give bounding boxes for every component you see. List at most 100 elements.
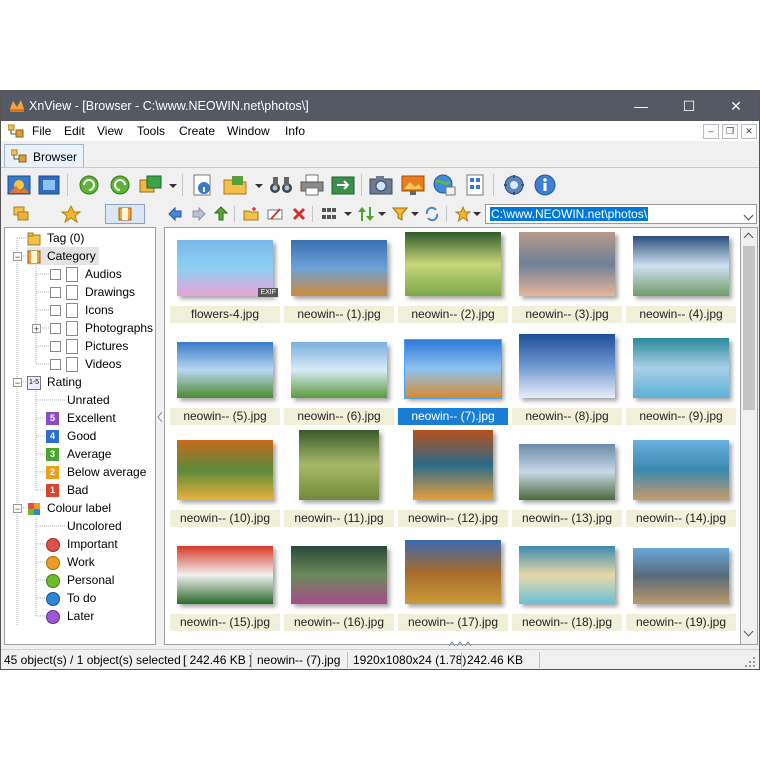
- menu-edit[interactable]: Edit: [64, 124, 85, 138]
- thumbnail-item[interactable]: neowin-- (4).jpg: [624, 230, 738, 334]
- thumbnail-item[interactable]: neowin-- (10).jpg: [168, 434, 282, 538]
- thumbnail-item[interactable]: neowin-- (3).jpg: [510, 230, 624, 334]
- tree-item-drawings[interactable]: Drawings: [50, 283, 135, 301]
- thumbnail-image[interactable]: [404, 339, 502, 399]
- checkbox[interactable]: [50, 323, 61, 335]
- thumbnail-item[interactable]: neowin-- (2).jpg: [396, 230, 510, 334]
- tree-item-uncolored[interactable]: Uncolored: [67, 517, 122, 535]
- thumbnail-item[interactable]: neowin-- (11).jpg: [282, 430, 396, 538]
- new-folder-icon[interactable]: [243, 206, 259, 222]
- refresh-right-icon[interactable]: [108, 174, 132, 196]
- tree-item-personal[interactable]: Personal: [46, 571, 114, 589]
- view-image-icon[interactable]: [7, 174, 31, 196]
- fullscreen-icon[interactable]: [37, 174, 61, 196]
- info-icon[interactable]: [533, 174, 557, 196]
- categories-panel-tab[interactable]: [105, 204, 145, 224]
- print-icon[interactable]: [300, 174, 324, 196]
- menu-tools[interactable]: Tools: [137, 124, 165, 138]
- tree-item-bad[interactable]: 1 Bad: [46, 481, 88, 499]
- minimize-button[interactable]: —: [618, 91, 664, 121]
- tree-item-excellent[interactable]: 5 Excellent: [46, 409, 116, 427]
- thumbnail-item[interactable]: neowin-- (9).jpg: [624, 332, 738, 436]
- thumbnail-image[interactable]: [633, 338, 729, 398]
- menu-window[interactable]: Window: [227, 124, 270, 138]
- thumbnail-image[interactable]: [519, 232, 615, 296]
- size-grip-icon[interactable]: [744, 656, 756, 668]
- mdi-restore-button[interactable]: ❐: [722, 124, 738, 139]
- folders-panel-tab-icon[interactable]: [3, 204, 43, 224]
- address-input-text[interactable]: C:\www.NEOWIN.net\photos\: [490, 207, 649, 221]
- thumbnail-image[interactable]: [633, 236, 729, 296]
- refresh-left-icon[interactable]: [77, 174, 101, 196]
- scroll-down-arrow-icon[interactable]: [743, 626, 754, 637]
- thumbnail-image[interactable]: [405, 232, 501, 296]
- panel-splitter[interactable]: [156, 227, 164, 645]
- sort-icon[interactable]: [358, 206, 374, 222]
- view-mode-dropdown-arrow[interactable]: [344, 212, 352, 216]
- tree-item-average[interactable]: 3 Average: [46, 445, 111, 463]
- collapse-toggle[interactable]: −: [13, 252, 22, 262]
- thumbnail-image[interactable]: [633, 440, 729, 500]
- tree-item-good[interactable]: 4 Good: [46, 427, 96, 445]
- thumbnail-image[interactable]: [633, 548, 729, 604]
- checkbox[interactable]: [50, 359, 61, 371]
- tab-browser[interactable]: Browser: [4, 144, 84, 167]
- thumbnail-image[interactable]: [291, 342, 387, 398]
- thumbnail-image[interactable]: [291, 546, 387, 604]
- checkbox[interactable]: [50, 341, 61, 353]
- thumbnail-item[interactable]: neowin-- (8).jpg: [510, 332, 624, 436]
- rename-icon[interactable]: [267, 206, 283, 222]
- view-mode-icon[interactable]: [321, 206, 337, 222]
- web-page-icon[interactable]: [432, 174, 456, 196]
- thumbnail-item[interactable]: neowin-- (14).jpg: [624, 434, 738, 538]
- thumbnail-image[interactable]: [519, 444, 615, 500]
- capture-camera-icon[interactable]: [369, 174, 393, 196]
- scrollbar-thumb[interactable]: [743, 246, 755, 410]
- close-button[interactable]: ✕: [713, 91, 759, 121]
- parent-folder-icon[interactable]: [213, 206, 229, 222]
- favorite-dropdown-arrow[interactable]: [473, 212, 481, 216]
- wallpaper-icon[interactable]: [401, 174, 425, 196]
- tree-item-tag[interactable]: Tag (0): [27, 229, 84, 247]
- browser-menu-icon[interactable]: [8, 124, 24, 138]
- thumbnail-item[interactable]: neowin-- (19).jpg: [624, 538, 738, 642]
- favorites-panel-tab-icon[interactable]: [49, 204, 89, 224]
- thumbnail-image[interactable]: [519, 546, 615, 604]
- checkbox[interactable]: [50, 305, 61, 317]
- menu-file[interactable]: File: [32, 124, 51, 138]
- tree-item-rating[interactable]: 1-5 Rating: [27, 373, 82, 391]
- contact-sheet-icon[interactable]: [463, 174, 487, 196]
- thumbnail-item[interactable]: neowin-- (18).jpg: [510, 538, 624, 642]
- thumbnail-item[interactable]: neowin-- (1).jpg: [282, 230, 396, 334]
- tree-item-photographs[interactable]: Photographs: [50, 319, 153, 337]
- vertical-scrollbar[interactable]: [741, 227, 758, 645]
- tree-item-audios[interactable]: Audios: [50, 265, 122, 283]
- thumbnail-item[interactable]: neowin-- (17).jpg: [396, 538, 510, 642]
- thumbnail-image[interactable]: [405, 540, 501, 604]
- slideshow-icon[interactable]: [139, 174, 163, 196]
- filter-dropdown-arrow[interactable]: [411, 212, 419, 216]
- thumbnail-item[interactable]: neowin-- (12).jpg: [396, 430, 510, 538]
- slideshow-dropdown-arrow[interactable]: [169, 184, 177, 188]
- tree-item-later[interactable]: Later: [46, 607, 94, 625]
- properties-icon[interactable]: [191, 174, 215, 196]
- open-dropdown-arrow[interactable]: [255, 184, 263, 188]
- thumbnail-image[interactable]: [299, 430, 379, 500]
- open-folder-icon[interactable]: [223, 174, 247, 196]
- tree-item-to-do[interactable]: To do: [46, 589, 96, 607]
- menu-view[interactable]: View: [97, 124, 123, 138]
- thumbnail-item[interactable]: neowin-- (5).jpg: [168, 332, 282, 436]
- expand-toggle[interactable]: +: [32, 324, 41, 334]
- tree-item-videos[interactable]: Videos: [50, 355, 121, 373]
- back-arrow-icon[interactable]: [167, 206, 183, 222]
- collapse-panel-chevron-icon[interactable]: [157, 411, 163, 423]
- forward-arrow-icon[interactable]: [191, 206, 207, 222]
- tree-item-important[interactable]: Important: [46, 535, 118, 553]
- thumbnail-image[interactable]: [413, 430, 493, 500]
- collapse-toggle[interactable]: −: [13, 504, 22, 514]
- tree-item-work[interactable]: Work: [46, 553, 95, 571]
- mdi-close-button[interactable]: ✕: [741, 124, 757, 139]
- resize-grip-icon[interactable]: [447, 641, 475, 647]
- mdi-minimize-button[interactable]: –: [703, 124, 719, 139]
- tree-item-unrated[interactable]: Unrated: [67, 391, 110, 409]
